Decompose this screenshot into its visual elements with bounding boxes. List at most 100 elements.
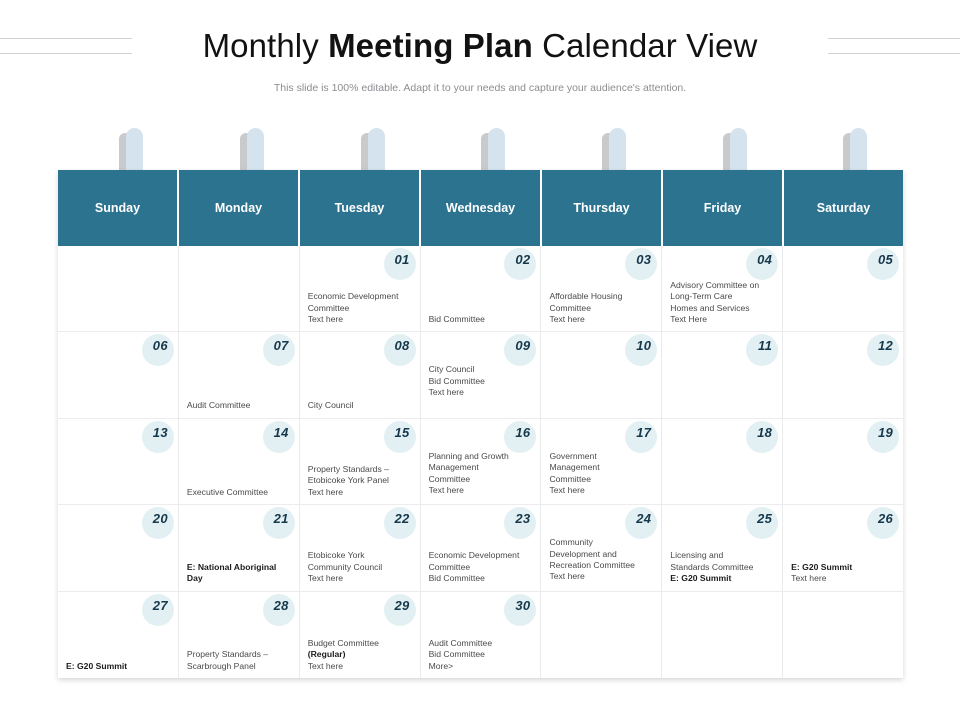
day-number: 10 bbox=[636, 338, 652, 354]
event-line: Management bbox=[549, 462, 600, 473]
event-line: Management bbox=[428, 462, 479, 473]
event-line: Planning and Growth bbox=[428, 450, 509, 461]
weekday-header-tuesday: Tuesday bbox=[300, 170, 421, 246]
day-cell-07[interactable]: 07 Audit Committee bbox=[178, 332, 300, 419]
day-cell-24[interactable]: 24 Community Development and Recreation Com… bbox=[541, 505, 663, 592]
day-cell-19[interactable]: 19 bbox=[783, 418, 904, 506]
event-line: Text here bbox=[549, 313, 585, 324]
event-line: Property Standards – bbox=[186, 649, 269, 660]
day-number: 27 bbox=[152, 597, 168, 613]
calendar-week-row: 01 Economic Development Committee Text here… bbox=[58, 246, 904, 333]
page-title-emphasis: Meeting Plan bbox=[328, 27, 533, 64]
day-cell-17[interactable]: 17 Government Management Committee Text here bbox=[541, 418, 663, 506]
day-cell-13[interactable]: 13 bbox=[58, 418, 179, 506]
day-cell-30[interactable]: 30 Audit Committee Bid Committee More> bbox=[420, 591, 542, 678]
day-number: 25 bbox=[757, 511, 773, 527]
day-events: E: G20 Summit Text here bbox=[791, 562, 897, 585]
day-number: 26 bbox=[877, 511, 894, 527]
day-number: 22 bbox=[394, 511, 410, 527]
event-line: Licensing and bbox=[670, 550, 724, 561]
event-line: Advisory Committee on bbox=[670, 279, 760, 290]
event-line: Bid Committee bbox=[428, 649, 485, 660]
day-cell-23[interactable]: 23 Economic Development Committee Bid Commi… bbox=[420, 505, 542, 592]
day-cell-05[interactable]: 05 bbox=[783, 246, 904, 333]
event-line: Text here bbox=[428, 387, 464, 398]
page-subtitle: This slide is 100% editable. Adapt it to… bbox=[273, 82, 687, 94]
day-cell-21[interactable]: 21 E: National Aboriginal Day bbox=[178, 505, 300, 592]
day-cell-02[interactable]: 02 Bid Committee bbox=[420, 246, 542, 333]
day-cell-10[interactable]: 10 bbox=[541, 332, 663, 419]
day-cell-29[interactable]: 29 Budget Committee (Regular) Text here bbox=[299, 591, 421, 678]
day-cell-04[interactable]: 04 Advisory Committee on Long-Term Care Hom… bbox=[662, 246, 784, 333]
day-cell-11[interactable]: 11 bbox=[662, 332, 784, 419]
day-cell-empty[interactable] bbox=[662, 591, 784, 678]
day-cell-14[interactable]: 14 Executive Committee bbox=[178, 418, 300, 506]
weekday-label: Friday bbox=[703, 201, 742, 215]
weekday-label: Tuesday bbox=[334, 201, 385, 215]
day-cell-empty[interactable] bbox=[58, 246, 179, 333]
day-number: 01 bbox=[394, 252, 410, 267]
event-line: Committee bbox=[549, 473, 591, 484]
event-line: Economic Development bbox=[307, 291, 399, 302]
event-line: Development and bbox=[549, 548, 617, 559]
day-cell-27[interactable]: 27 E: G20 Summit bbox=[58, 591, 179, 678]
day-cell-empty[interactable] bbox=[178, 246, 300, 333]
day-cell-25[interactable]: 25 Licensing and Standards Committee E: G20… bbox=[662, 505, 784, 592]
day-cell-22[interactable]: 22 Etobicoke York Community Council Text he… bbox=[299, 505, 421, 592]
event-line: Text here bbox=[791, 573, 827, 584]
event-line: E: National Aboriginal bbox=[186, 561, 277, 572]
calendar-header-row: Sunday Monday Tuesday Wednesday Thursday Frid… bbox=[58, 170, 903, 246]
weekday-label: Monday bbox=[214, 201, 263, 215]
calendar-week-row: 20 21 E: National Aboriginal Day 22 Etobicoke… bbox=[58, 505, 904, 592]
day-number: 12 bbox=[877, 338, 894, 354]
day-cell-03[interactable]: 03 Affordable Housing Committee Text here bbox=[541, 246, 663, 333]
day-cell-01[interactable]: 01 Economic Development Committee Text here bbox=[299, 246, 421, 333]
event-line: Text here bbox=[307, 313, 344, 324]
event-line: Text here bbox=[549, 571, 585, 582]
event-line: Audit Committee bbox=[428, 637, 493, 648]
day-events: Audit Committee bbox=[187, 400, 293, 411]
event-line: E: G20 Summit bbox=[791, 561, 853, 572]
event-line: Recreation Committee bbox=[549, 559, 635, 570]
day-cell-empty[interactable] bbox=[541, 591, 663, 678]
event-line: Etobicoke York bbox=[307, 550, 365, 561]
day-events: Audit Committee Bid Committee More> bbox=[429, 638, 535, 672]
day-cell-18[interactable]: 18 bbox=[662, 418, 784, 506]
weekday-label: Wednesday bbox=[445, 201, 516, 215]
day-cell-20[interactable]: 20 bbox=[58, 505, 179, 592]
day-number: 04 bbox=[757, 252, 773, 267]
weekday-label: Saturday bbox=[816, 201, 871, 215]
event-line: Text here bbox=[549, 485, 585, 495]
day-cell-26[interactable]: 26 E: G20 Summit Text here bbox=[783, 505, 904, 592]
event-line: Bid Committee bbox=[428, 375, 485, 386]
day-events: City Council bbox=[308, 400, 414, 411]
event-line: Scarbrough Panel bbox=[186, 660, 256, 671]
calendar: Sunday Monday Tuesday Wednesday Thursday Frid… bbox=[58, 170, 904, 678]
day-number: 16 bbox=[515, 424, 531, 440]
weekday-header-sunday: Sunday bbox=[58, 170, 179, 246]
day-number: 02 bbox=[515, 252, 531, 267]
day-cell-empty[interactable] bbox=[783, 591, 904, 678]
event-line: E: G20 Summit bbox=[66, 660, 128, 671]
event-line: More> bbox=[428, 660, 454, 671]
event-line: City Council bbox=[307, 400, 354, 411]
day-cell-28[interactable]: 28 Property Standards – Scarbrough Panel bbox=[178, 591, 300, 678]
day-events: Economic Development Committee Bid Committ… bbox=[429, 550, 535, 584]
day-cell-15[interactable]: 15 Property Standards – Etobicoke York Pan… bbox=[299, 418, 421, 506]
event-line: Committee bbox=[428, 473, 471, 484]
day-cell-16[interactable]: 16 Planning and Growth Management Committee… bbox=[420, 418, 542, 506]
page-title: Monthly Meeting Plan Calendar View bbox=[0, 26, 960, 66]
day-cell-09[interactable]: 09 City Council Bid Committee Text here bbox=[420, 332, 542, 419]
weekday-header-wednesday: Wednesday bbox=[421, 170, 542, 246]
day-cell-12[interactable]: 12 bbox=[783, 332, 904, 419]
calendar-week-row: 13 14 Executive Committee 15 Property Standa… bbox=[58, 418, 904, 506]
day-cell-06[interactable]: 06 bbox=[58, 332, 179, 419]
event-line: Property Standards – bbox=[307, 463, 389, 474]
day-cell-08[interactable]: 08 City Council bbox=[299, 332, 421, 419]
day-number: 07 bbox=[273, 338, 289, 354]
weekday-label: Thursday bbox=[573, 201, 630, 215]
calendar-week-row: 27 E: G20 Summit 28 Property Standards – Sca… bbox=[58, 591, 904, 678]
event-line: (Regular) bbox=[307, 649, 346, 660]
event-line: Executive Committee bbox=[186, 486, 269, 497]
day-events: Government Management Committee Text here bbox=[549, 451, 655, 497]
